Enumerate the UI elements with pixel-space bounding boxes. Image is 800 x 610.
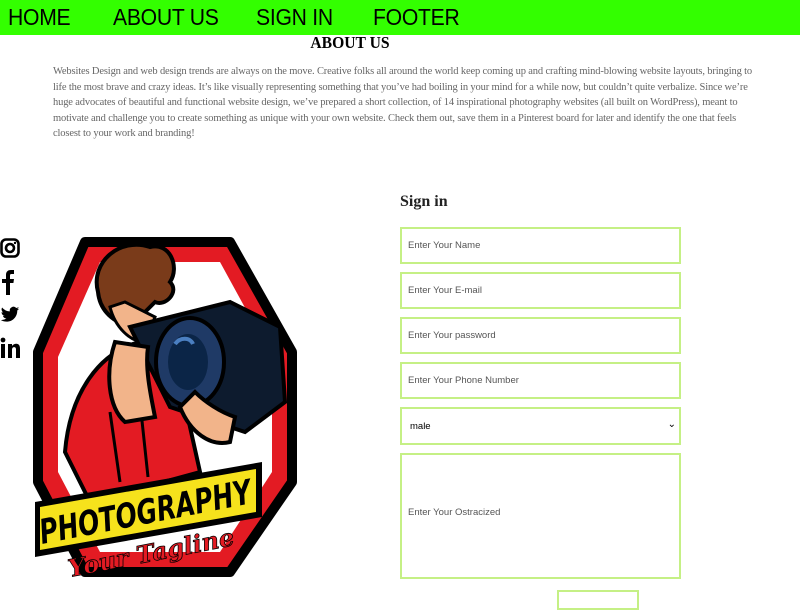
nav-home[interactable]: HOME: [8, 3, 71, 31]
name-field[interactable]: [400, 227, 681, 264]
gender-select[interactable]: male ⌄: [400, 407, 681, 445]
message-field[interactable]: [400, 453, 681, 579]
photography-logo: PHOTOGRAPHY Your Tagline: [33, 237, 297, 583]
submit-button[interactable]: [557, 590, 639, 610]
nav-about-us[interactable]: ABOUT US: [113, 3, 219, 31]
nav-footer[interactable]: FOOTER: [373, 3, 460, 31]
about-text: Websites Design and web design trends ar…: [53, 66, 753, 139]
signin-title: Sign in: [400, 193, 448, 210]
email-field[interactable]: [400, 272, 681, 309]
twitter-icon[interactable]: [0, 302, 22, 326]
instagram-icon[interactable]: [0, 236, 22, 260]
password-field[interactable]: [400, 317, 681, 354]
top-nav: HOME ABOUT US SIGN IN FOOTER: [0, 0, 800, 35]
linkedin-icon[interactable]: [0, 336, 22, 360]
nav-sign-in[interactable]: SIGN IN: [256, 3, 333, 31]
facebook-icon[interactable]: [0, 269, 22, 295]
chevron-down-icon: ⌄: [667, 419, 676, 430]
gender-select-value: male: [410, 421, 431, 432]
phone-field[interactable]: [400, 362, 681, 399]
about-title: ABOUT US: [310, 33, 390, 52]
